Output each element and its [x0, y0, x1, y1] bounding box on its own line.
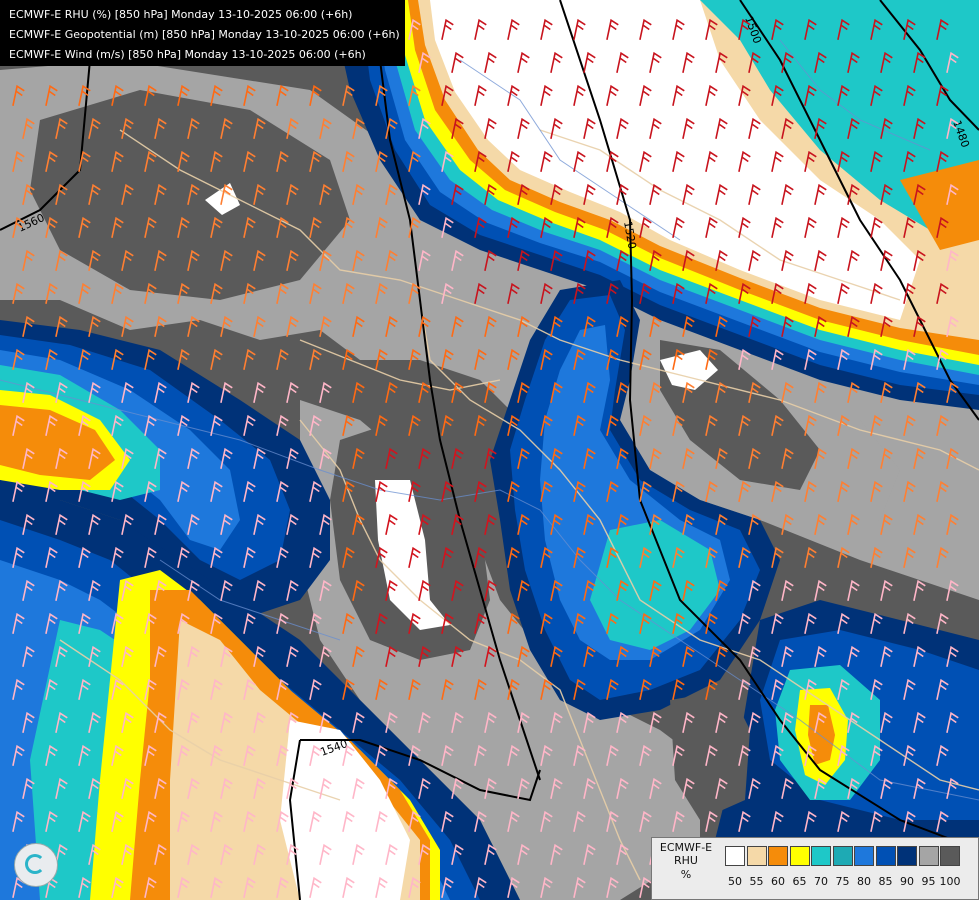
legend-swatch: [875, 846, 896, 866]
legend-swatch: [725, 846, 745, 866]
legend-swatch: [789, 846, 810, 866]
title-geopotential: ECMWF-E Geopotential (m) [850 hPa] Monda…: [9, 28, 400, 41]
legend-label-variable: RHU: [674, 854, 698, 867]
legend-label-unit: %: [680, 868, 692, 881]
rhu-legend: ECMWF-E RHU % 50 55 60 65 70 75 80 85 90 95 100: [651, 837, 979, 900]
legend-swatch: [746, 846, 767, 866]
legend-swatch: [768, 846, 788, 866]
legend-swatch: [854, 846, 874, 866]
legend-swatch: [832, 846, 853, 866]
legend-swatch: [940, 846, 960, 866]
title-wind: ECMWF-E Wind (m/s) [850 hPa] Monday 13-1…: [9, 48, 366, 61]
map-canvas: 1560 1500 1520 1480 1540: [0, 0, 979, 900]
legend-swatch: [918, 846, 939, 866]
legend-swatch: [897, 846, 917, 866]
legend-label-model: ECMWF-E: [659, 841, 713, 854]
title-rhu: ECMWF-E RHU (%) [850 hPa] Monday 13-10-2…: [9, 8, 353, 21]
legend-swatch: [811, 846, 831, 866]
legend-tick-label: 100: [939, 875, 961, 888]
ecmwf-logo-icon: [14, 843, 58, 887]
weather-map: 1560 1500 1520 1480 1540 ECMWF-E RHU (%)…: [0, 0, 979, 900]
title-box: ECMWF-E RHU (%) [850 hPa] Monday 13-10-2…: [0, 0, 405, 66]
